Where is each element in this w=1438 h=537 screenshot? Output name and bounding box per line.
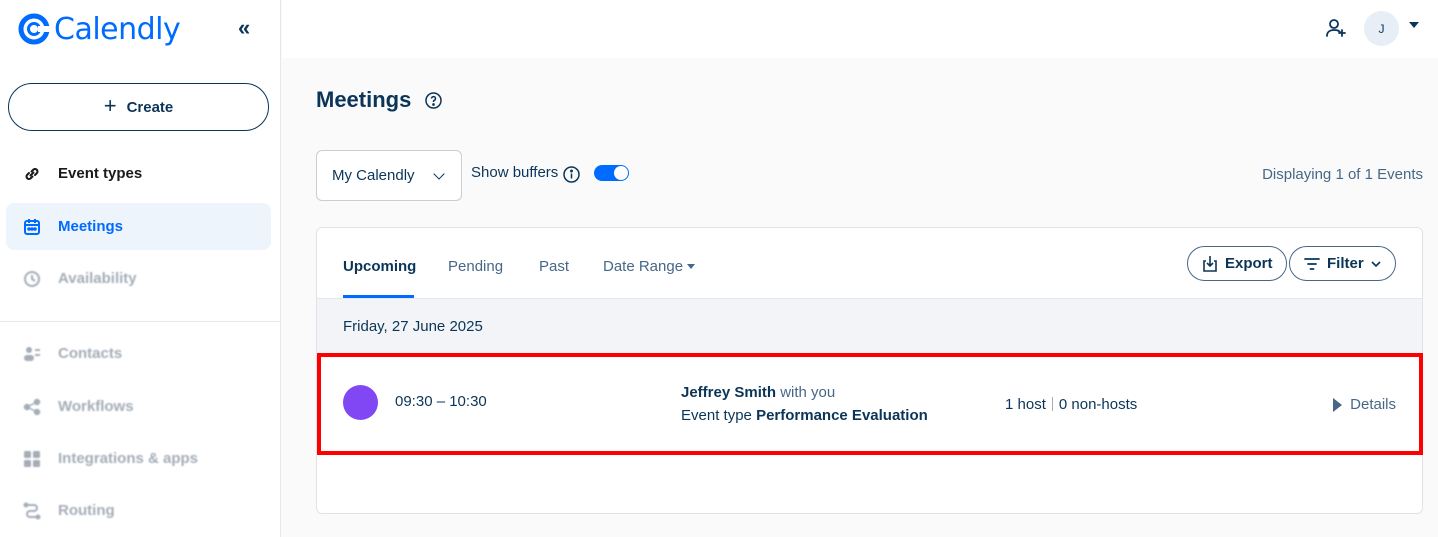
calendly-logo[interactable]: Calendly <box>18 11 181 47</box>
export-button[interactable]: Export <box>1187 246 1287 281</box>
tab-upcoming[interactable]: Upcoming <box>343 258 416 275</box>
sidebar-item-label: Event types <box>58 165 143 182</box>
sidebar-item-contacts[interactable]: Contacts <box>6 330 271 377</box>
separator <box>1051 397 1053 411</box>
sidebar-item-integrations[interactable]: Integrations & apps <box>6 435 271 482</box>
invitee-suffix: with you <box>780 384 836 401</box>
help-icon[interactable] <box>425 92 442 109</box>
event-type-name: Performance Evaluation <box>756 407 928 424</box>
date-group-header: Friday, 27 June 2025 <box>317 299 1422 354</box>
add-user-icon[interactable] <box>1324 16 1348 40</box>
create-label: Create <box>126 98 174 116</box>
workflow-icon <box>22 397 42 417</box>
toggle-knob <box>614 166 628 180</box>
invitee: Jeffrey Smith with you <box>681 384 835 401</box>
sidebar-divider <box>0 321 281 322</box>
tab-date-range-label: Date Range <box>603 258 684 275</box>
sidebar-item-event-types[interactable]: Event types <box>6 150 271 197</box>
calendly-logo-icon <box>18 13 50 45</box>
filter-button[interactable]: Filter <box>1289 246 1396 281</box>
contacts-icon <box>22 344 42 364</box>
calendar-icon <box>22 217 42 237</box>
chevron-down-icon <box>433 168 445 180</box>
sidebar-item-label: Availability <box>58 270 137 287</box>
show-buffers-toggle[interactable] <box>594 165 629 181</box>
top-bar <box>282 0 1438 58</box>
details-label: Details <box>1350 396 1396 413</box>
non-hosts-count: 0 non-hosts <box>1058 396 1138 413</box>
account-menu-caret-icon[interactable] <box>1409 22 1419 28</box>
sidebar-item-availability[interactable]: Availability <box>6 255 271 302</box>
tab-pending[interactable]: Pending <box>448 258 503 275</box>
event-type: Event type Performance Evaluation <box>681 407 928 424</box>
tab-past[interactable]: Past <box>539 258 569 275</box>
tabs: Upcoming Pending Past Date Range Export … <box>317 228 1422 299</box>
avatar[interactable]: J <box>1364 11 1399 46</box>
clock-icon <box>22 269 42 289</box>
event-type-prefix: Event type <box>681 407 752 424</box>
sidebar-item-label: Routing <box>58 502 115 519</box>
sidebar-item-label: Workflows <box>58 398 134 415</box>
active-tab-indicator <box>343 295 414 298</box>
routing-icon <box>22 501 42 521</box>
hosts-count: 1 host <box>1005 396 1046 413</box>
sidebar-item-workflows[interactable]: Workflows <box>6 383 271 430</box>
chevron-down-icon <box>1371 260 1381 267</box>
meeting-time: 09:30 – 10:30 <box>395 393 487 410</box>
host-counts: 1 host 0 non-hosts <box>1005 396 1137 413</box>
calendar-select[interactable]: My Calendly <box>316 150 462 201</box>
caret-down-icon <box>687 264 696 269</box>
details-button[interactable]: Details <box>1333 396 1396 413</box>
expand-triangle-icon <box>1333 397 1343 412</box>
event-color-dot <box>343 385 378 420</box>
collapse-sidebar-icon[interactable]: « <box>238 16 260 40</box>
sidebar: Calendly « + Create Event types Meetings… <box>0 0 281 537</box>
create-button[interactable]: + Create <box>8 83 269 131</box>
plus-icon: + <box>103 93 117 118</box>
sidebar-item-routing[interactable]: Routing <box>6 487 271 534</box>
tab-date-range[interactable]: Date Range <box>603 258 696 275</box>
events-count: Displaying 1 of 1 Events <box>1262 166 1423 183</box>
app-name: Calendly <box>54 11 181 47</box>
sidebar-item-label: Contacts <box>58 345 123 362</box>
export-label: Export <box>1225 255 1273 272</box>
link-icon <box>22 164 42 184</box>
filter-icon <box>1304 257 1320 270</box>
page-title: Meetings <box>316 87 412 112</box>
show-buffers-label: Show buffers <box>471 164 559 181</box>
info-icon[interactable] <box>563 166 580 183</box>
invitee-name: Jeffrey Smith <box>681 384 777 401</box>
sidebar-item-label: Meetings <box>58 218 124 235</box>
calendar-select-value: My Calendly <box>332 167 415 184</box>
sidebar-item-meetings[interactable]: Meetings <box>6 203 271 250</box>
export-icon <box>1203 255 1217 272</box>
grid-icon <box>22 449 42 469</box>
sidebar-item-label: Integrations & apps <box>58 450 199 467</box>
filter-label: Filter <box>1327 255 1364 272</box>
meeting-row[interactable]: 09:30 – 10:30 Jeffrey Smith with you Eve… <box>317 353 1423 455</box>
